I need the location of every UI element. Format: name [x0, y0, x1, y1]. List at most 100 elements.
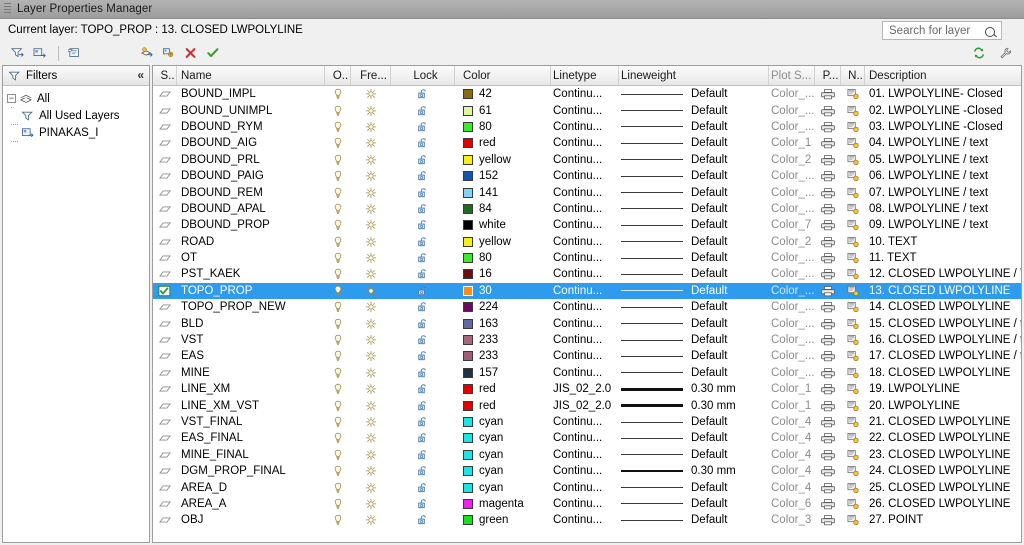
layer-lineweight-cell[interactable]: 0.30 mm — [619, 383, 769, 395]
layer-linetype-cell[interactable]: Continu... — [551, 219, 619, 231]
layer-color-cell[interactable]: 233 — [455, 334, 551, 346]
sun-icon[interactable] — [351, 498, 391, 510]
unlock-icon[interactable] — [391, 449, 455, 461]
layer-linetype-cell[interactable]: Continu... — [551, 121, 619, 133]
layer-name-cell[interactable]: DBOUND_REM — [177, 187, 325, 199]
layer-name-cell[interactable]: EAS_FINAL — [177, 432, 325, 444]
lightbulb-on-icon[interactable] — [325, 219, 351, 231]
layer-lineweight-cell[interactable]: Default — [619, 350, 769, 362]
layer-name-cell[interactable]: LINE_XM — [177, 383, 325, 395]
layer-plotstyle-cell[interactable]: Color_4 — [769, 465, 815, 477]
unlock-icon[interactable] — [391, 137, 455, 149]
lightbulb-on-icon[interactable] — [325, 350, 351, 362]
column-header-plotstyle[interactable]: Plot S... — [769, 66, 815, 85]
layer-description-cell[interactable]: 05. LWPOLYLINE / text — [865, 154, 1021, 166]
tree-item-all[interactable]: − All — [7, 90, 149, 107]
unlock-icon[interactable] — [391, 350, 455, 362]
layer-color-cell[interactable]: 84 — [455, 203, 551, 215]
lightbulb-on-icon[interactable] — [325, 187, 351, 199]
new-vp-freeze-icon[interactable] — [841, 498, 865, 510]
layer-plotstyle-cell[interactable]: Color_... — [769, 318, 815, 330]
table-row[interactable]: DGM_PROP_FINAL cyan Continu... 0.30 mm Color… — [153, 463, 1021, 479]
tree-item-pinakas-i[interactable]: PINAKAS_I — [7, 123, 149, 142]
layer-linetype-cell[interactable]: Continu... — [551, 318, 619, 330]
sun-icon[interactable] — [351, 416, 391, 428]
sun-icon[interactable] — [351, 334, 391, 346]
layer-name-cell[interactable]: AREA_A — [177, 498, 325, 510]
table-row[interactable]: OT 80 Continu... Default Color_... 11. TEXT — [153, 250, 1021, 266]
layer-color-cell[interactable]: 61 — [455, 105, 551, 117]
layer-description-cell[interactable]: 24. CLOSED LWPOLYLINE — [865, 465, 1021, 477]
layer-plotstyle-cell[interactable]: Color_... — [769, 203, 815, 215]
layer-description-cell[interactable]: 12. CLOSED LWPOLYLINE / TE — [865, 268, 1021, 280]
unlock-icon[interactable] — [391, 367, 455, 379]
layer-description-cell[interactable]: 23. CLOSED LWPOLYLINE — [865, 449, 1021, 461]
lightbulb-on-icon[interactable] — [325, 318, 351, 330]
new-group-filter-button[interactable] — [30, 43, 50, 63]
printer-icon[interactable] — [815, 170, 841, 182]
new-vp-freeze-icon[interactable] — [841, 432, 865, 444]
layer-icon[interactable] — [153, 318, 177, 330]
new-vp-freeze-icon[interactable] — [841, 383, 865, 395]
layer-plotstyle-cell[interactable]: Color_4 — [769, 416, 815, 428]
layer-icon[interactable] — [153, 432, 177, 444]
new-vp-freeze-icon[interactable] — [841, 334, 865, 346]
layer-description-cell[interactable]: 06. LWPOLYLINE / text — [865, 170, 1021, 182]
unlock-icon[interactable] — [391, 301, 455, 313]
layer-plotstyle-cell[interactable]: Color_2 — [769, 154, 815, 166]
lightbulb-on-icon[interactable] — [325, 383, 351, 395]
table-row[interactable]: LINE_XM_VST red JIS_02_2.0 0.30 mm Color_1 20… — [153, 397, 1021, 413]
column-header-color[interactable]: Color — [455, 66, 551, 85]
new-vp-freeze-icon[interactable] — [841, 449, 865, 461]
search-input[interactable] — [887, 23, 983, 38]
sun-icon[interactable] — [351, 137, 391, 149]
layer-plotstyle-cell[interactable]: Color_... — [769, 334, 815, 346]
layer-description-cell[interactable]: 01. LWPOLYLINE- Closed — [865, 88, 1021, 100]
layer-color-cell[interactable]: 224 — [455, 301, 551, 313]
unlock-icon[interactable] — [391, 170, 455, 182]
layer-linetype-cell[interactable]: Continu... — [551, 285, 619, 297]
layer-lineweight-cell[interactable]: Default — [619, 236, 769, 248]
layer-description-cell[interactable]: 14. CLOSED LWPOLYLINE — [865, 301, 1021, 313]
layer-name-cell[interactable]: DBOUND_RYM — [177, 121, 325, 133]
layer-icon[interactable] — [153, 121, 177, 133]
printer-icon[interactable] — [815, 88, 841, 100]
layer-plotstyle-cell[interactable]: Color_... — [769, 187, 815, 199]
sun-icon[interactable] — [351, 219, 391, 231]
unlock-icon[interactable] — [391, 416, 455, 428]
lightbulb-on-icon[interactable] — [325, 236, 351, 248]
new-vp-freeze-icon[interactable] — [841, 268, 865, 280]
layer-linetype-cell[interactable]: Continu... — [551, 268, 619, 280]
new-vp-freeze-icon[interactable] — [841, 105, 865, 117]
sun-icon[interactable] — [351, 301, 391, 313]
layer-lineweight-cell[interactable]: 0.30 mm — [619, 400, 769, 412]
layer-icon[interactable] — [153, 498, 177, 510]
sun-icon[interactable] — [351, 367, 391, 379]
layer-name-cell[interactable]: LINE_XM_VST — [177, 400, 325, 412]
layer-name-cell[interactable]: AREA_D — [177, 482, 325, 494]
table-row[interactable]: BLD 163 Continu... Default Color_... 15. CLOS… — [153, 315, 1021, 331]
layer-lineweight-cell[interactable]: Default — [619, 482, 769, 494]
layer-icon[interactable] — [153, 350, 177, 362]
new-vp-freeze-icon[interactable] — [841, 187, 865, 199]
unlock-icon[interactable] — [391, 268, 455, 280]
layer-color-cell[interactable]: cyan — [455, 482, 551, 494]
layer-color-cell[interactable]: green — [455, 514, 551, 526]
column-header-lock[interactable]: Lock — [391, 66, 455, 85]
layer-color-cell[interactable]: 141 — [455, 187, 551, 199]
layer-name-cell[interactable]: DBOUND_PAIG — [177, 170, 325, 182]
layer-icon[interactable] — [153, 252, 177, 264]
table-row[interactable]: TOPO_PROP_NEW 224 Continu... Default Color_.… — [153, 299, 1021, 315]
layer-color-cell[interactable]: red — [455, 137, 551, 149]
layer-icon[interactable] — [153, 203, 177, 215]
layer-color-cell[interactable]: cyan — [455, 416, 551, 428]
unlock-icon[interactable] — [391, 498, 455, 510]
layer-linetype-cell[interactable]: JIS_02_2.0 — [551, 400, 619, 412]
table-row[interactable]: BOUND_IMPL 42 Continu... Default Color_... 01… — [153, 86, 1021, 102]
layer-linetype-cell[interactable]: Continu... — [551, 105, 619, 117]
layer-icon[interactable] — [153, 105, 177, 117]
layer-lineweight-cell[interactable]: Default — [619, 154, 769, 166]
new-vp-freeze-icon[interactable] — [841, 465, 865, 477]
layer-lineweight-cell[interactable]: Default — [619, 318, 769, 330]
sun-icon[interactable] — [351, 170, 391, 182]
